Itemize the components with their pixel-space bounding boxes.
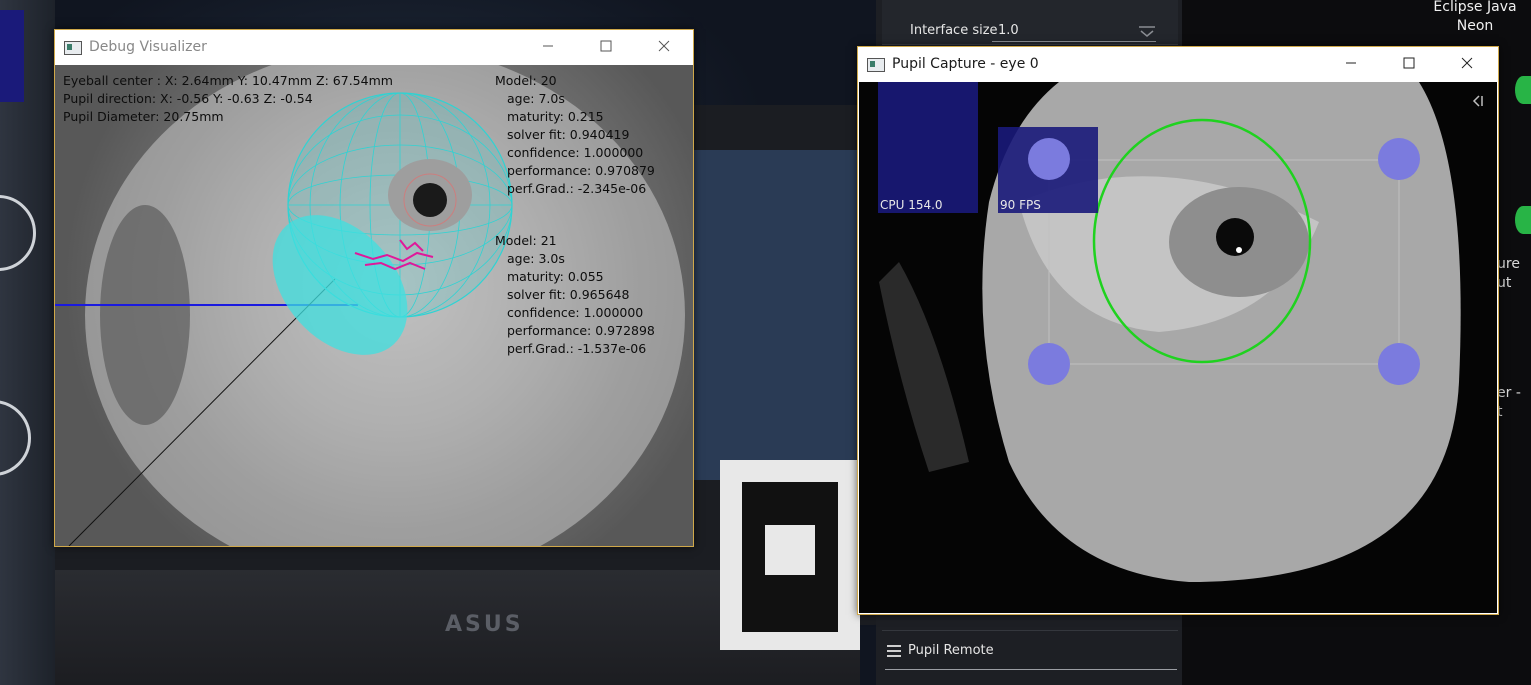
maximize-icon xyxy=(1403,57,1415,69)
desktop-label-fragment: ut xyxy=(1497,275,1512,291)
desktop-label-fragment: er - xyxy=(1497,385,1521,401)
minimize-button[interactable] xyxy=(525,30,571,62)
roi-handle-bottom-right[interactable] xyxy=(1378,343,1420,385)
pupil-diameter-text: Pupil Diameter: 20.75mm xyxy=(63,109,224,124)
model-maturity: maturity: 0.055 xyxy=(507,269,604,284)
desktop-label-fragment: ure xyxy=(1497,256,1520,272)
model-age: age: 3.0s xyxy=(507,251,565,266)
roi-handle-top-left[interactable] xyxy=(1028,138,1070,180)
laptop-screen xyxy=(690,150,860,480)
frame-shadow xyxy=(879,262,969,472)
roi-handle-bottom-left[interactable] xyxy=(1028,343,1070,385)
fps-label: 90 FPS xyxy=(1000,198,1041,212)
window-title: Pupil Capture - eye 0 xyxy=(892,56,1039,72)
pupil-remote-label[interactable]: Pupil Remote xyxy=(908,643,994,658)
eyeball-center-text: Eyeball center : X: 2.64mm Y: 10.47mm Z:… xyxy=(63,73,393,88)
app-window-icon xyxy=(867,58,885,72)
laptop-brand-label: ASUS xyxy=(445,612,524,637)
model-age: age: 7.0s xyxy=(507,91,565,106)
window-title: Debug Visualizer xyxy=(89,39,207,55)
model-maturity: maturity: 0.215 xyxy=(507,109,604,124)
cpu-label: CPU 154.0 xyxy=(880,198,943,212)
glint-image xyxy=(1236,247,1242,253)
interface-size-underline xyxy=(992,41,1156,42)
pupil-capture-eye-window[interactable]: Pupil Capture - eye 0 CPU 154.0 90 FPS xyxy=(857,46,1499,615)
eclipse-shortcut-label[interactable]: Eclipse Java Neon xyxy=(1400,0,1531,36)
green-status-icon xyxy=(1515,76,1531,104)
debug-visualizer-window[interactable]: Debug Visualizer Eyeball center: X: 2.6… xyxy=(54,29,694,547)
model-solver-fit: solver fit: 0.940419 xyxy=(507,127,630,142)
debug-titlebar[interactable]: Debug Visualizer xyxy=(55,30,693,64)
model-solver-fit: solver fit: 0.965648 xyxy=(507,287,630,302)
pupil-image xyxy=(1216,218,1254,256)
collapse-sidebar-icon[interactable] xyxy=(1471,94,1485,108)
pupil-direction-text: Pupil direction: X: -0.56 Y: -0.63 Z: -0… xyxy=(63,91,313,106)
face-shadow xyxy=(100,205,190,425)
close-icon xyxy=(658,40,670,52)
model-performance: performance: 0.970879 xyxy=(507,163,655,178)
model-header: Model: 21 xyxy=(495,233,557,248)
app-window-icon xyxy=(64,41,82,55)
maximize-icon xyxy=(600,40,612,52)
model-performance: performance: 0.972898 xyxy=(507,323,655,338)
minimize-icon xyxy=(1346,62,1356,64)
model-confidence: confidence: 1.000000 xyxy=(507,305,644,320)
minimize-icon xyxy=(543,45,553,47)
maximize-button[interactable] xyxy=(583,30,629,62)
model-perf-grad: perf.Grad.: -1.537e-06 xyxy=(507,341,647,356)
interface-size-label: Interface size xyxy=(910,23,998,38)
roi-handle-top-right[interactable] xyxy=(1378,138,1420,180)
green-status-icon xyxy=(1515,206,1531,234)
dropdown-caret-icon[interactable] xyxy=(1138,24,1156,38)
model-perf-grad: perf.Grad.: -2.345e-06 xyxy=(507,181,647,196)
background-graph-bars xyxy=(0,10,24,102)
eye-camera-view[interactable]: CPU 154.0 90 FPS xyxy=(859,82,1497,613)
interface-size-input[interactable]: 1.0 xyxy=(998,23,1019,38)
debug-3d-view[interactable]: Eyeball center : X: 2.64mm Y: 10.47mm Z:… xyxy=(55,65,693,546)
cpu-graph xyxy=(878,82,978,213)
fiducial-marker-hole xyxy=(765,525,815,575)
model-header: Model: 20 xyxy=(495,73,557,88)
left-background-strip xyxy=(0,0,55,685)
close-button[interactable] xyxy=(1444,47,1490,79)
close-icon xyxy=(1461,57,1473,69)
hamburger-menu-icon[interactable] xyxy=(887,645,901,657)
pupil-render xyxy=(413,183,447,217)
minimize-button[interactable] xyxy=(1328,47,1374,79)
pupil-titlebar[interactable]: Pupil Capture - eye 0 xyxy=(858,47,1498,81)
model-confidence: confidence: 1.000000 xyxy=(507,145,644,160)
pupil-remote-divider xyxy=(885,669,1177,670)
maximize-button[interactable] xyxy=(1386,47,1432,79)
close-button[interactable] xyxy=(641,30,687,62)
